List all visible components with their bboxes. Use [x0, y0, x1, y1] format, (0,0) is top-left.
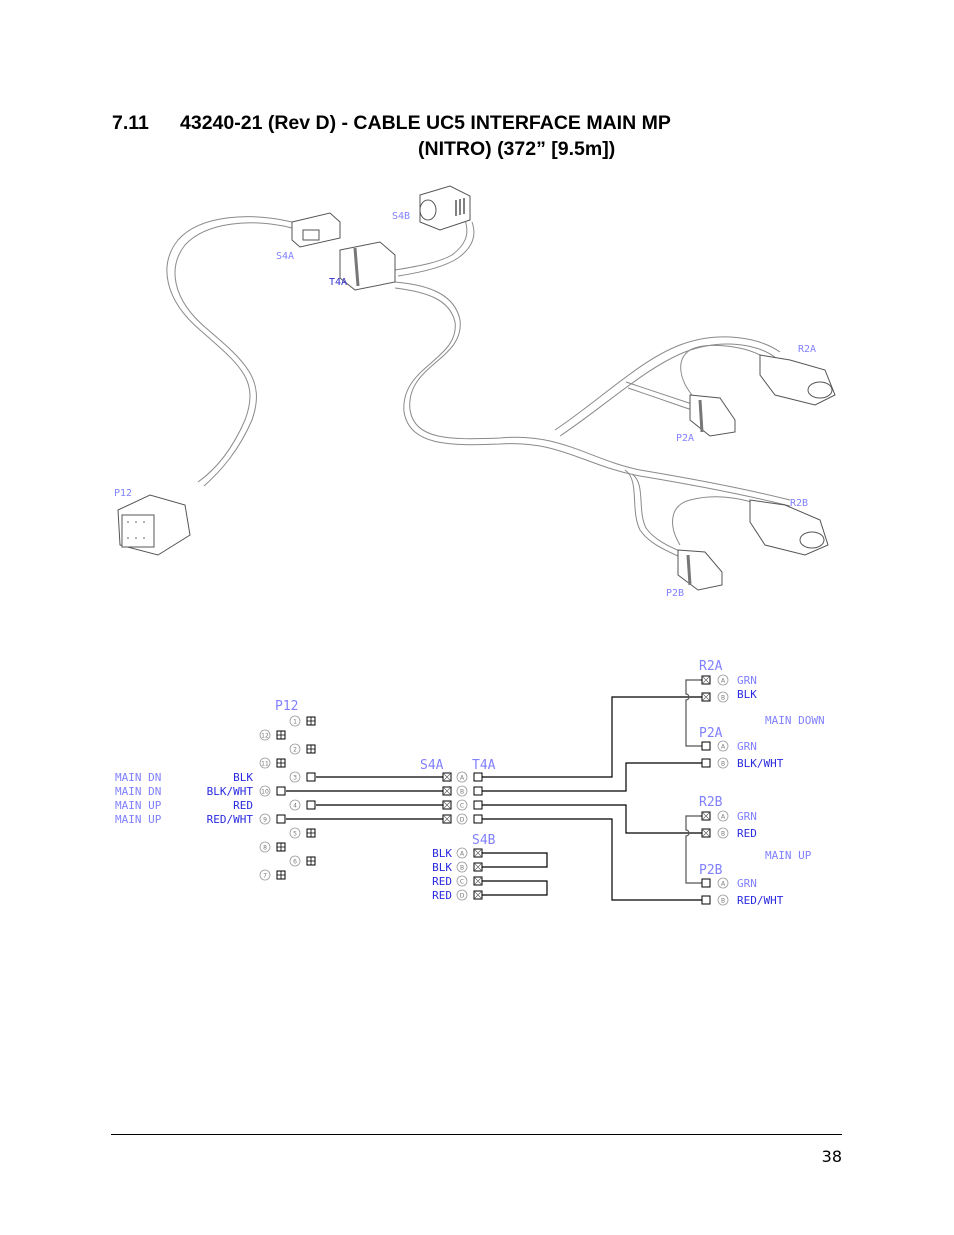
p12-pin-1-id: 1 — [293, 719, 297, 726]
p12-function-4: MAIN UP — [115, 799, 162, 812]
main-up-label: MAIN UP — [765, 849, 812, 862]
main-down-label: MAIN DOWN — [765, 714, 825, 727]
p12-color-10: BLK/WHT — [207, 785, 254, 798]
p12-terminal-4 — [306, 800, 316, 810]
s4a-label: S4A — [420, 758, 444, 773]
wire-t4a-a — [482, 696, 702, 778]
r2a-color-a: GRN — [737, 674, 757, 687]
p12-pin-4-id: 4 — [293, 803, 297, 810]
wire-t4a-d — [482, 818, 702, 901]
p12-function-10: MAIN DN — [115, 785, 161, 798]
p12-pin-7-id: 7 — [263, 873, 267, 880]
p2b-label: P2B — [699, 863, 723, 878]
r2b-pin-B-id: B — [721, 831, 725, 838]
p12-pin-10-id: 10 — [261, 789, 269, 796]
p2b-terminal-A — [701, 878, 711, 888]
p2b-color-b: RED/WHT — [737, 894, 784, 907]
p2b-color-a: GRN — [737, 877, 757, 890]
p12-color-9: RED/WHT — [207, 813, 254, 826]
s4a-pin-B-id: B — [460, 789, 464, 796]
footer-rule — [111, 1134, 842, 1135]
p12-color-4: RED — [233, 799, 253, 812]
t4a-terminal-A — [473, 772, 483, 782]
p12-color-3: BLK — [233, 771, 253, 784]
p12-pin-2-id: 2 — [293, 747, 297, 754]
jumper-s4b-cd — [482, 880, 548, 896]
s4b-color-b: BLK — [432, 861, 452, 874]
p12-label: P12 — [275, 699, 298, 714]
r2b-label: R2B — [699, 795, 723, 810]
s4b-pin-C-id: C — [460, 879, 464, 886]
t4a-terminal-B — [473, 786, 483, 796]
s4a-pin-C-id: C — [460, 803, 464, 810]
t4a-label: T4A — [472, 758, 496, 773]
r2b-color-b: RED — [737, 827, 757, 840]
wires — [286, 679, 702, 901]
t4a-terminal-C — [473, 800, 483, 810]
p12-terminal-9 — [276, 814, 286, 824]
r2a-pin-B-id: B — [721, 695, 725, 702]
s4b-color-d: RED — [432, 889, 452, 902]
s4b-label: S4B — [472, 833, 496, 848]
jumper-s4b-ab — [482, 852, 548, 868]
p12-terminal-10 — [276, 786, 286, 796]
p12-pin-11-id: 11 — [261, 761, 269, 768]
page-number: 38 — [821, 1147, 842, 1166]
p2a-pin-B-id: B — [721, 761, 725, 768]
p2a-label: P2A — [699, 726, 723, 741]
p2a-terminal-B — [701, 758, 711, 768]
p12-terminal-3 — [306, 772, 316, 782]
p12-pin-6-id: 6 — [293, 859, 297, 866]
p12-pin-8-id: 8 — [263, 845, 267, 852]
p12-pin-9-id: 9 — [263, 817, 267, 824]
r2a-color-b: BLK — [737, 688, 757, 701]
p12-pin-5-id: 5 — [293, 831, 297, 838]
p2a-terminal-A — [701, 741, 711, 751]
p12-pin-3-id: 3 — [293, 775, 297, 782]
p12-function-9: MAIN UP — [115, 813, 162, 826]
s4b-color-c: RED — [432, 875, 452, 888]
s4b-pin-D-id: D — [460, 893, 465, 900]
t4a-terminal-D — [473, 814, 483, 824]
p2a-color-b: BLK/WHT — [737, 757, 784, 770]
p12-function-3: MAIN DN — [115, 771, 161, 784]
p2b-terminal-B — [701, 895, 711, 905]
s4a-pin-D-id: D — [460, 817, 465, 824]
s4b-color-a: BLK — [432, 847, 452, 860]
s4b-pin-B-id: B — [460, 865, 464, 872]
p2b-pin-B-id: B — [721, 898, 725, 905]
wiring-schematic: P12 S4A T4A S4B R2A P2A R2B P2B MAIN DOW… — [115, 659, 825, 907]
r2b-color-a: GRN — [737, 810, 757, 823]
p2a-color-a: GRN — [737, 740, 757, 753]
p12-pin-12-id: 12 — [261, 733, 269, 740]
r2a-label: R2A — [699, 659, 723, 674]
